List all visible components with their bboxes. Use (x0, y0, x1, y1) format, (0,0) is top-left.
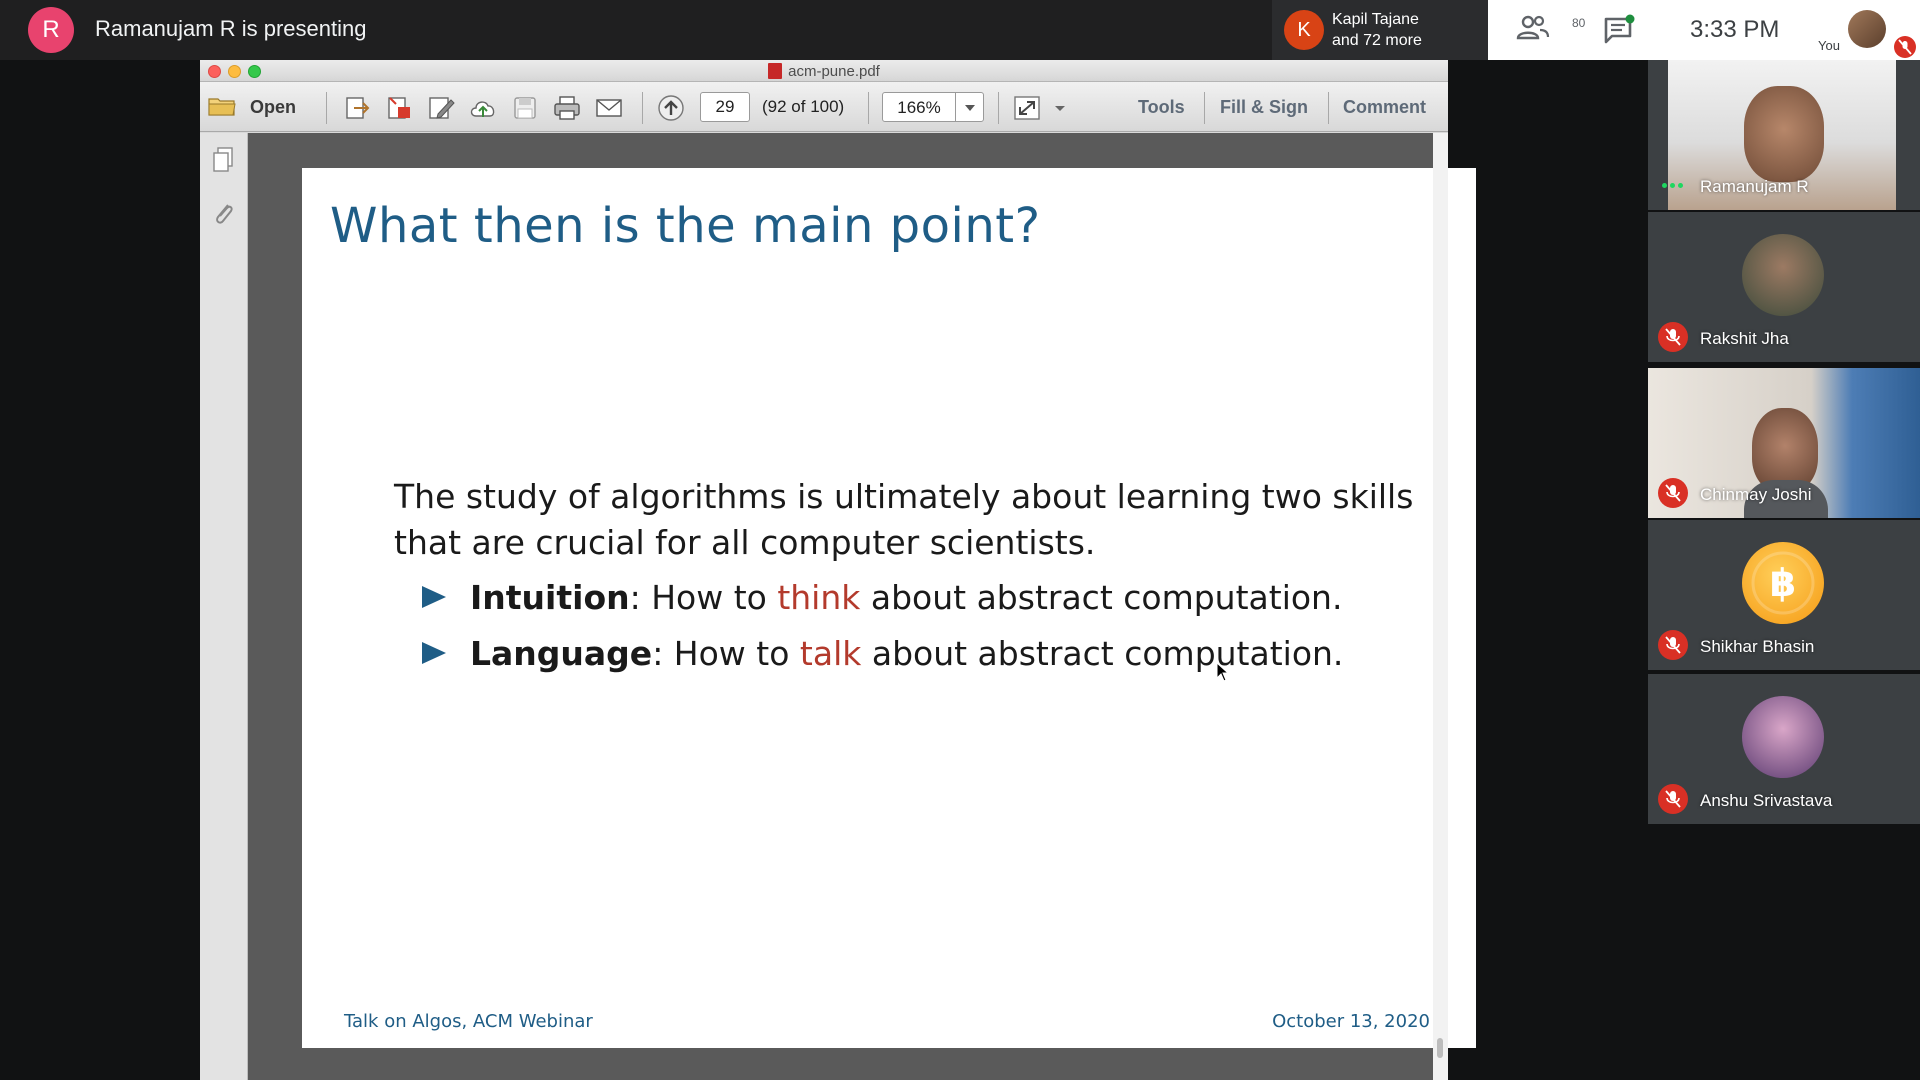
chat-icon (1604, 14, 1635, 44)
toolbar-divider (1204, 92, 1205, 124)
slide-title: What then is the main point? (330, 198, 1041, 254)
toolbar-divider (326, 92, 327, 124)
bitcoin-avatar: ฿ (1742, 542, 1824, 624)
navigation-sidebar (200, 133, 248, 1080)
join-names: Kapil Tajane and 72 more (1332, 9, 1422, 51)
comment-button[interactable]: Comment (1343, 97, 1426, 118)
join-name-primary: Kapil Tajane (1332, 11, 1419, 28)
bullet-item: Intuition: How to think about abstract c… (422, 578, 1342, 617)
cloud-upload-icon[interactable] (468, 94, 498, 122)
presenter-avatar: R (28, 7, 74, 53)
avatar (1742, 696, 1824, 778)
slide-body-text: The study of algorithms is ultimately ab… (394, 477, 1414, 562)
more-tools-chevron-icon[interactable] (1052, 94, 1068, 122)
page-count-label: (92 of 100) (762, 97, 845, 116)
avatar (1742, 234, 1824, 316)
window-titlebar: acm-pune.pdf (200, 60, 1448, 82)
print-icon[interactable] (552, 94, 582, 122)
bullet-text: : How to (652, 634, 800, 673)
chat-button[interactable] (1602, 14, 1636, 46)
open-button[interactable]: Open (250, 97, 296, 118)
slide-page: What then is the main point? The study o… (302, 168, 1476, 1048)
scroll-thumb[interactable] (1437, 1038, 1443, 1058)
participant-count: 80 (1572, 16, 1586, 30)
participant-name: Rakshit Jha (1700, 329, 1789, 348)
fill-sign-button[interactable]: Fill & Sign (1220, 97, 1308, 118)
people-icon (1516, 15, 1550, 40)
zoom-select[interactable]: 166% (882, 92, 984, 122)
pdf-viewer-window: acm-pune.pdf Open 29 (92 of 100) 166% To… (200, 60, 1476, 1080)
presenting-banner: Ramanujam R is presenting (95, 16, 367, 41)
join-avatar: K (1284, 10, 1324, 50)
bullet-highlight: think (777, 578, 861, 617)
participant-name: Ramanujam R (1700, 177, 1809, 196)
mic-off-icon (1658, 478, 1688, 508)
participant-name: Chinmay Joshi (1700, 485, 1812, 504)
bullet-keyword: Language (470, 634, 653, 673)
toolbar-divider (868, 92, 869, 124)
save-icon[interactable] (510, 94, 540, 122)
self-avatar[interactable] (1848, 10, 1886, 48)
document-view[interactable]: What then is the main point? The study o… (248, 133, 1476, 1080)
participant-tile[interactable]: Anshu Srivastava (1648, 674, 1920, 824)
slide-footer-date: October 13, 2020 (1272, 1011, 1430, 1032)
mic-off-icon (1658, 322, 1688, 352)
attachment-icon[interactable] (210, 197, 236, 227)
svg-text:฿: ฿ (1770, 561, 1796, 605)
folder-icon[interactable] (208, 95, 236, 117)
page-up-icon[interactable] (656, 94, 686, 122)
speaker-face (1744, 86, 1824, 182)
toolbar-divider (1328, 92, 1329, 124)
speaking-indicator-icon (1662, 183, 1684, 189)
toolbar-divider (998, 92, 999, 124)
bullet-text: about abstract computation. (860, 578, 1343, 617)
bullet-highlight: talk (799, 634, 862, 673)
bullet-text: about abstract computation. (861, 634, 1344, 673)
participant-name: Shikhar Bhasin (1700, 637, 1815, 656)
bullet-text: : How to (629, 578, 778, 617)
mail-icon[interactable] (594, 94, 624, 122)
zoom-value: 166% (897, 98, 941, 117)
mouse-cursor-icon (1216, 662, 1230, 682)
document-title: acm-pune.pdf (200, 63, 1448, 80)
export-icon[interactable] (342, 94, 372, 122)
chevron-down-icon[interactable] (955, 93, 983, 121)
join-name-more: and 72 more (1332, 32, 1422, 49)
vertical-scrollbar[interactable] (1433, 133, 1448, 1080)
mic-off-icon (1658, 630, 1688, 660)
document-title-text: acm-pune.pdf (788, 63, 880, 80)
bullet-item: Language: How to talk about abstract com… (422, 634, 1343, 673)
recent-join-notification[interactable]: K Kapil Tajane and 72 more (1272, 0, 1488, 60)
participant-name: Anshu Srivastava (1700, 791, 1833, 810)
people-button[interactable]: 80 (1516, 12, 1585, 48)
bullet-triangle-icon (422, 642, 446, 664)
bullet-triangle-icon (422, 586, 446, 608)
participant-tile[interactable]: Chinmay Joshi (1648, 368, 1920, 518)
edit-icon[interactable] (426, 94, 456, 122)
participant-tile[interactable]: Rakshit Jha (1648, 212, 1920, 362)
bitcoin-icon: ฿ (1751, 551, 1815, 615)
meeting-clock: 3:33 PM (1690, 16, 1780, 43)
create-pdf-icon[interactable] (384, 94, 414, 122)
pages-icon[interactable] (210, 145, 236, 175)
slide-footer-left: Talk on Algos, ACM Webinar (344, 1011, 593, 1032)
pdf-toolbar: Open 29 (92 of 100) 166% Tools Fill & Si… (200, 82, 1448, 132)
meet-top-bar: R Ramanujam R is presenting K Kapil Taja… (0, 0, 1920, 60)
self-mic-off-icon (1894, 36, 1916, 58)
mic-off-icon (1658, 784, 1688, 814)
page-number-input[interactable]: 29 (700, 92, 750, 122)
self-label: You (1818, 38, 1840, 53)
bullet-keyword: Intuition (470, 578, 630, 617)
fit-page-icon[interactable] (1012, 94, 1042, 122)
participant-tile[interactable]: Ramanujam R (1648, 60, 1920, 210)
meet-controls: 80 3:33 PM You (1488, 0, 1920, 60)
tools-button[interactable]: Tools (1138, 97, 1185, 118)
toolbar-divider (642, 92, 643, 124)
participant-tile[interactable]: ฿ Shikhar Bhasin (1648, 520, 1920, 670)
pdf-file-icon (768, 63, 783, 79)
